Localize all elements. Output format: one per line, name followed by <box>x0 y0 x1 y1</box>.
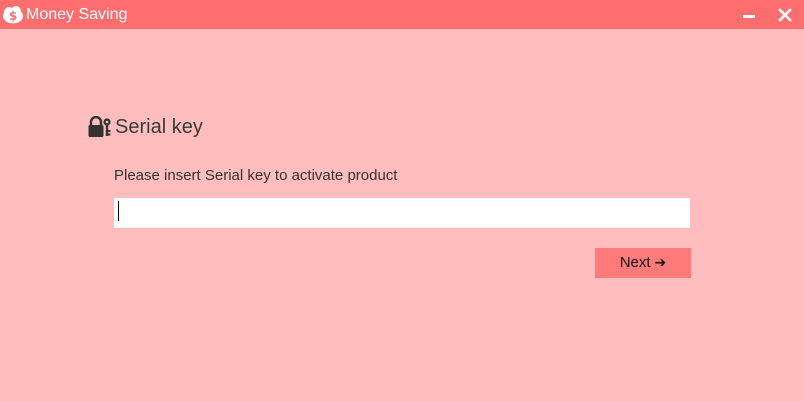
arrow-right-icon: ➔ <box>654 255 667 271</box>
text-caret <box>118 201 119 221</box>
section-heading: Serial key <box>88 113 203 141</box>
money-cloud-icon: $ <box>3 6 23 24</box>
window-title: Money Saving <box>26 6 128 23</box>
instruction-text: Please insert Serial key to activate pro… <box>114 167 398 184</box>
serial-key-input[interactable] <box>114 198 690 228</box>
svg-text:$: $ <box>9 9 17 23</box>
lock-key-icon <box>88 116 111 137</box>
close-button[interactable] <box>769 0 801 29</box>
app-window: $ Money Saving Serial key Please insert … <box>0 0 804 401</box>
close-icon <box>778 7 792 22</box>
minimize-icon <box>743 14 755 18</box>
title-bar[interactable]: $ Money Saving <box>0 0 804 29</box>
next-button[interactable]: Next ➔ <box>595 248 691 278</box>
next-button-label: Next <box>619 254 651 271</box>
minimize-button[interactable] <box>733 0 765 29</box>
page-title: Serial key <box>115 116 203 138</box>
